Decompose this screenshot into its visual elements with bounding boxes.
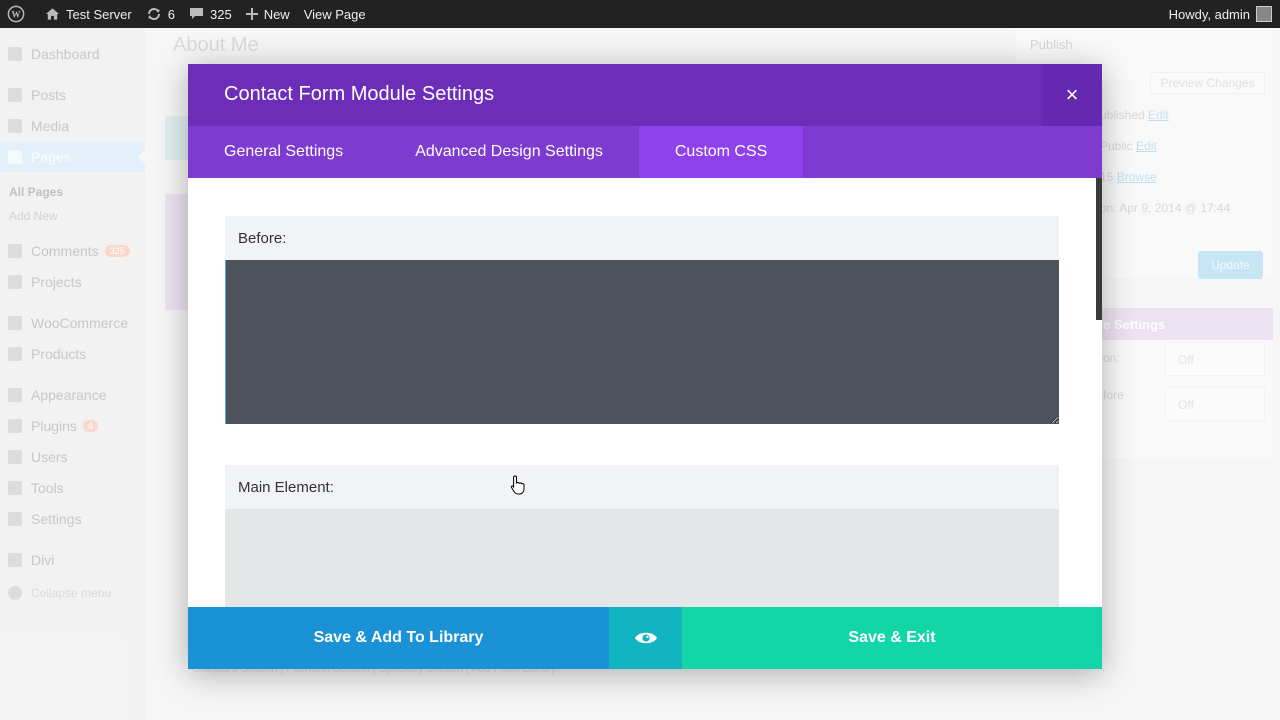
- modal-header: Contact Form Module Settings ×: [188, 64, 1102, 126]
- close-icon: ×: [1065, 82, 1079, 107]
- module-settings-modal: Contact Form Module Settings × General S…: [188, 64, 1102, 669]
- tab-general-settings[interactable]: General Settings: [188, 126, 379, 178]
- new-content-link[interactable]: New: [239, 0, 297, 28]
- updates-link[interactable]: 6: [139, 0, 182, 28]
- save-exit-button[interactable]: Save & Exit: [682, 607, 1102, 669]
- before-css-label: Before:: [225, 216, 1059, 260]
- comments-count: 325: [209, 6, 232, 22]
- site-name: Test Server: [66, 6, 132, 22]
- before-css-input[interactable]: [225, 260, 1059, 424]
- modal-scrollbar[interactable]: [1096, 178, 1102, 320]
- view-page-label: View Page: [303, 6, 366, 22]
- settings-tabs: General Settings Advanced Design Setting…: [188, 126, 1102, 178]
- wordpress-icon: W: [7, 5, 25, 23]
- updates-count: 6: [167, 6, 175, 22]
- close-button[interactable]: ×: [1042, 64, 1102, 126]
- main-element-css-input[interactable]: [225, 509, 1059, 607]
- comment-bubble-icon: [189, 8, 203, 19]
- refresh-icon: [147, 8, 160, 20]
- eye-icon: [634, 632, 657, 644]
- greeting-text: Howdy, admin: [1168, 6, 1250, 22]
- before-css-field: Before:: [225, 216, 1059, 424]
- site-name-link[interactable]: Test Server: [38, 0, 139, 28]
- modal-footer: Save & Add To Library Save & Exit: [188, 607, 1102, 669]
- main-element-css-label: Main Element:: [225, 465, 1059, 509]
- view-page-link[interactable]: View Page: [297, 0, 373, 28]
- hand-cursor-icon: [510, 475, 525, 495]
- tab-custom-css[interactable]: Custom CSS: [638, 126, 804, 178]
- new-label: New: [263, 6, 290, 22]
- avatar: [1256, 6, 1272, 22]
- tab-advanced-design-settings[interactable]: Advanced Design Settings: [379, 126, 639, 178]
- plus-icon: [245, 8, 258, 20]
- modal-body: Before: Main Element:: [188, 178, 1102, 607]
- modal-title: Contact Form Module Settings: [224, 83, 495, 105]
- preview-button[interactable]: [609, 607, 682, 669]
- wp-logo-button[interactable]: W: [0, 0, 38, 28]
- comments-link[interactable]: 325: [182, 0, 239, 28]
- my-account-link[interactable]: Howdy, admin: [1162, 0, 1280, 28]
- home-icon: [45, 8, 60, 20]
- svg-text:W: W: [12, 10, 21, 20]
- admin-bar: W Test Server 6 325 New View Page Howdy,…: [0, 0, 1280, 28]
- save-add-to-library-button[interactable]: Save & Add To Library: [188, 607, 609, 669]
- main-element-css-field: Main Element:: [225, 465, 1059, 607]
